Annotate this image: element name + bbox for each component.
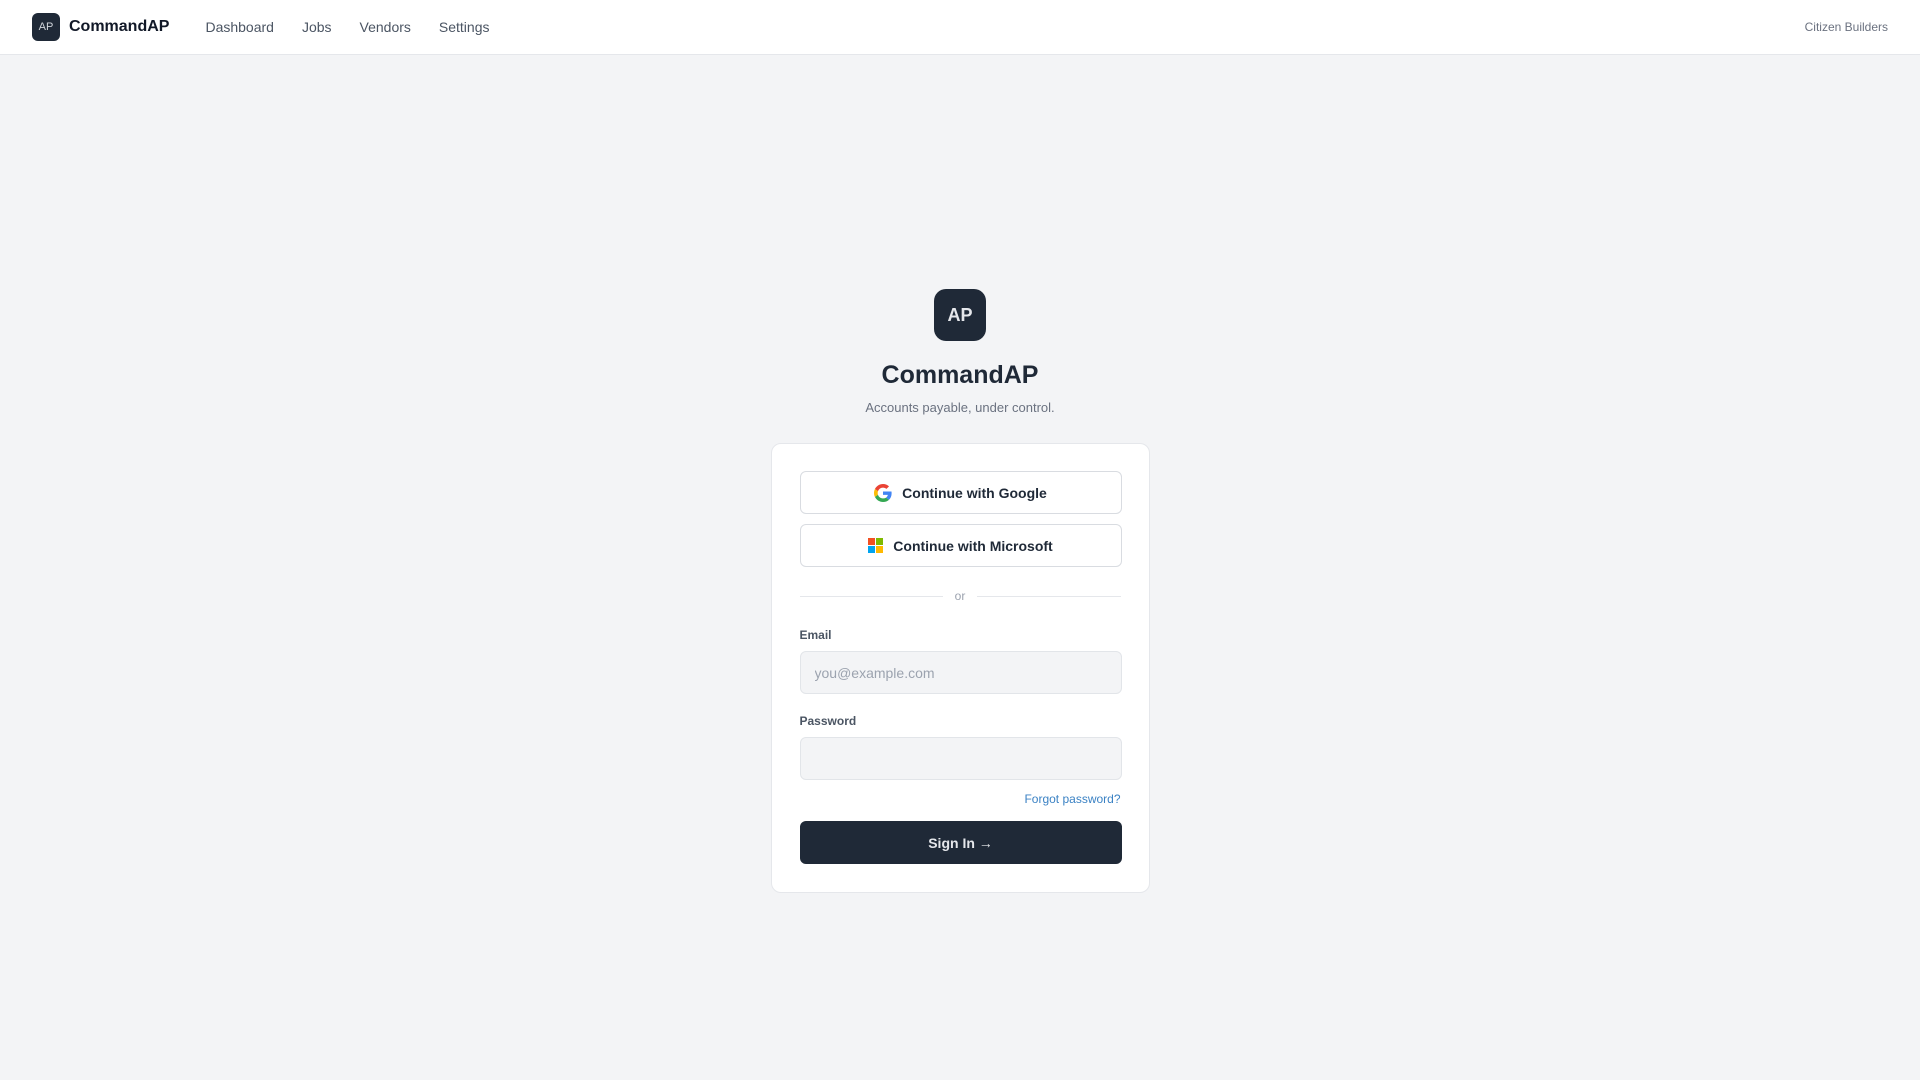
nav-item-settings[interactable]: Settings	[439, 19, 490, 35]
organization-name: Citizen Builders	[1804, 20, 1888, 34]
email-field[interactable]	[799, 651, 1122, 694]
brand[interactable]: AP CommandAP	[32, 13, 169, 41]
microsoft-button-label: Continue with Microsoft	[893, 537, 1053, 554]
nav-item-dashboard[interactable]: Dashboard	[205, 19, 274, 35]
email-label: Email	[799, 628, 832, 642]
divider-text: or	[954, 589, 966, 603]
password-label: Password	[799, 714, 857, 728]
brand-logo: AP	[32, 13, 60, 41]
nav-item-vendors[interactable]: Vendors	[360, 19, 411, 35]
microsoft-icon	[868, 538, 884, 553]
main-nav: Dashboard Jobs Vendors Settings	[205, 19, 517, 35]
top-navbar: AP CommandAP Dashboard Jobs Vendors Sett…	[0, 0, 1920, 55]
or-divider: or	[799, 589, 1121, 603]
login-card: Continue with Google Continue with Micro…	[770, 443, 1150, 893]
password-field[interactable]	[799, 737, 1122, 780]
microsoft-signin-button[interactable]: Continue with Microsoft	[799, 524, 1122, 567]
page-subtitle: Accounts payable, under control.	[865, 400, 1055, 415]
sign-in-button[interactable]: Sign In →	[799, 821, 1122, 864]
divider-line-left	[799, 595, 943, 597]
forgot-password-link[interactable]: Forgot password?	[1024, 792, 1120, 806]
google-button-label: Continue with Google	[902, 484, 1047, 501]
google-icon	[874, 483, 892, 502]
hero-logo: AP	[934, 289, 986, 341]
login-page: AP CommandAP Accounts payable, under con…	[0, 289, 1920, 893]
nav-item-jobs[interactable]: Jobs	[302, 19, 332, 35]
page-title: CommandAP	[881, 361, 1039, 389]
forgot-password-row: Forgot password?	[800, 792, 1120, 806]
brand-name: CommandAP	[69, 18, 170, 35]
divider-line-right	[977, 595, 1121, 597]
google-signin-button[interactable]: Continue with Google	[799, 471, 1122, 514]
